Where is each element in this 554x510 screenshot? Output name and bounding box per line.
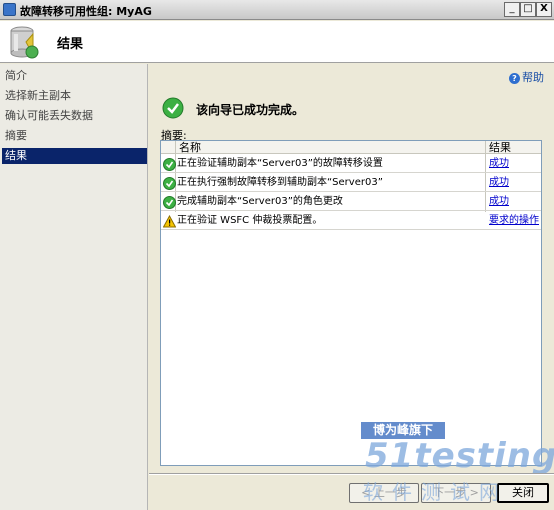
wizard-header: 结果 <box>0 21 554 63</box>
success-icon <box>163 196 176 209</box>
next-button[interactable]: 下一步 > <box>421 483 491 503</box>
close-window-button[interactable]: X <box>536 2 552 17</box>
row-result-link[interactable]: 成功 <box>489 195 509 208</box>
watermark-logo: 51testing <box>365 436 554 476</box>
success-icon <box>163 177 176 190</box>
minimize-button[interactable]: _ <box>504 2 520 17</box>
previous-button[interactable]: < 上一步 <box>349 483 419 503</box>
row-result-link[interactable]: 成功 <box>489 157 509 170</box>
nav-item-confirm-data-loss[interactable]: 确认可能丢失数据 <box>2 108 147 124</box>
row-name: 正在验证 WSFC 仲裁投票配置。 <box>177 215 323 226</box>
table-header: 名称 结果 <box>161 141 541 154</box>
row-name: 正在验证辅助副本“Server03”的故障转移设置 <box>177 158 383 169</box>
help-link[interactable]: ? 帮助 <box>509 69 544 85</box>
main-content: ? 帮助 该向导已成功完成。 摘要: 名称 结果 正在验证辅助副本“Server0… <box>149 64 554 510</box>
app-icon <box>3 3 16 16</box>
database-wizard-icon <box>10 26 39 59</box>
close-button[interactable]: 关闭 <box>497 483 549 503</box>
row-name: 正在执行强制故障转移到辅助副本“Server03” <box>177 177 383 188</box>
help-label: 帮助 <box>522 71 544 84</box>
column-header-name[interactable]: 名称 <box>179 141 201 154</box>
table-row[interactable]: 完成辅助副本“Server03”的角色更改 成功 <box>161 193 541 211</box>
page-title: 结果 <box>57 37 84 52</box>
maximize-button[interactable]: □ <box>520 2 536 17</box>
table-row[interactable]: 正在验证 WSFC 仲裁投票配置。 要求的操作 <box>161 212 541 230</box>
footer-divider <box>149 473 554 475</box>
window-title: 故障转移可用性组: MyAG <box>20 5 152 18</box>
column-header-result[interactable]: 结果 <box>489 141 511 154</box>
nav-item-summary[interactable]: 摘要 <box>2 128 147 144</box>
results-table: 名称 结果 正在验证辅助副本“Server03”的故障转移设置 成功 正在执行强… <box>160 140 542 466</box>
nav-item-select-primary[interactable]: 选择新主副本 <box>2 88 147 104</box>
row-result-link[interactable]: 要求的操作 <box>489 214 539 227</box>
table-row[interactable]: 正在执行强制故障转移到辅助副本“Server03” 成功 <box>161 174 541 192</box>
row-result-link[interactable]: 成功 <box>489 176 509 189</box>
table-row[interactable]: 正在验证辅助副本“Server03”的故障转移设置 成功 <box>161 155 541 173</box>
nav-item-results[interactable]: 结果 <box>2 148 147 164</box>
warning-icon <box>163 215 176 228</box>
nav-item-intro[interactable]: 简介 <box>2 68 147 84</box>
row-name: 完成辅助副本“Server03”的角色更改 <box>177 196 343 207</box>
help-icon: ? <box>509 72 520 84</box>
wizard-nav: 简介 选择新主副本 确认可能丢失数据 摘要 结果 <box>0 64 148 510</box>
status-title: 该向导已成功完成。 <box>196 103 305 117</box>
title-bar: 故障转移可用性组: MyAG _ □ X <box>0 0 554 20</box>
success-icon <box>163 158 176 171</box>
success-icon <box>162 97 184 119</box>
